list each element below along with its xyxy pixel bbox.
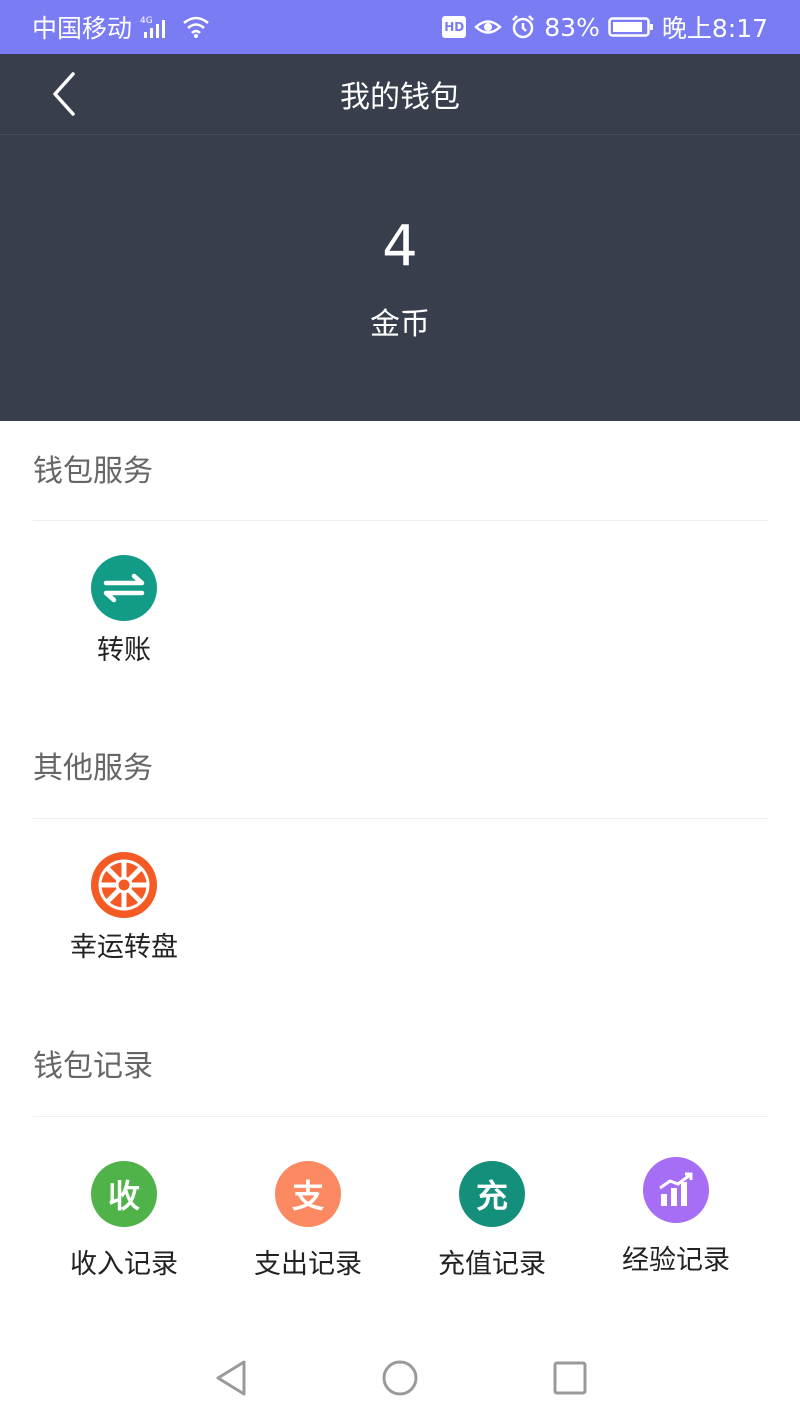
- coin-balance-value: 4: [382, 214, 418, 279]
- square-recents-icon: [553, 1361, 587, 1395]
- battery-percent: 83%: [544, 12, 600, 42]
- network-type-label: 4G: [140, 16, 153, 26]
- page-title: 我的钱包: [340, 80, 460, 115]
- battery-icon: [608, 15, 654, 39]
- hd-badge: HD: [442, 16, 467, 38]
- transfer-icon: [91, 555, 157, 621]
- income-icon: 收: [91, 1161, 157, 1227]
- circle-home-icon: [382, 1360, 418, 1396]
- transfer-label: 转账: [97, 635, 151, 666]
- status-left: 中国移动 4G: [32, 9, 210, 45]
- recharge-records-label: 充值记录: [438, 1249, 546, 1280]
- status-right: HD 83% 晚上8:17: [442, 9, 768, 45]
- nav-recents-button[interactable]: [546, 1354, 594, 1402]
- coin-balance-unit: 金币: [370, 307, 430, 342]
- app-bar: 我的钱包: [0, 54, 800, 134]
- section-title-wallet-service: 钱包服务: [33, 454, 153, 489]
- income-records-label: 收入记录: [70, 1249, 178, 1280]
- section-title-other-service: 其他服务: [33, 751, 153, 786]
- lucky-wheel-label: 幸运转盘: [70, 932, 178, 963]
- income-records-tile[interactable]: 收 收入记录: [32, 1161, 216, 1291]
- expense-records-label: 支出记录: [254, 1249, 362, 1280]
- system-nav-bar: [0, 1330, 800, 1422]
- signal-icon: 4G: [140, 14, 174, 40]
- lucky-wheel-icon: [91, 852, 157, 918]
- balance-panel: 4 金币: [0, 134, 800, 421]
- status-time: 晚上8:17: [661, 14, 768, 43]
- expense-icon: 支: [275, 1161, 341, 1227]
- nav-back-button[interactable]: [206, 1354, 254, 1402]
- alarm-icon: [510, 14, 536, 40]
- section-title-wallet-records: 钱包记录: [33, 1049, 153, 1084]
- wifi-icon: [182, 15, 210, 39]
- eye-icon: [474, 16, 503, 38]
- experience-records-label: 经验记录: [622, 1245, 730, 1276]
- recharge-icon: 充: [459, 1161, 525, 1227]
- status-bar: 中国移动 4G HD 83% 晚上8:17: [0, 0, 800, 54]
- nav-home-button[interactable]: [376, 1354, 424, 1402]
- transfer-tile[interactable]: 转账: [32, 555, 216, 685]
- carrier-label: 中国移动: [32, 14, 133, 43]
- divider: [33, 520, 768, 521]
- triangle-back-icon: [216, 1360, 246, 1396]
- bar-chart-icon: [643, 1157, 709, 1223]
- lucky-wheel-tile[interactable]: 幸运转盘: [32, 852, 216, 982]
- divider: [33, 1116, 768, 1117]
- divider: [33, 818, 768, 819]
- expense-records-tile[interactable]: 支 支出记录: [216, 1161, 400, 1291]
- recharge-records-tile[interactable]: 充 充值记录: [400, 1161, 584, 1291]
- experience-records-tile[interactable]: 经验记录: [584, 1157, 768, 1287]
